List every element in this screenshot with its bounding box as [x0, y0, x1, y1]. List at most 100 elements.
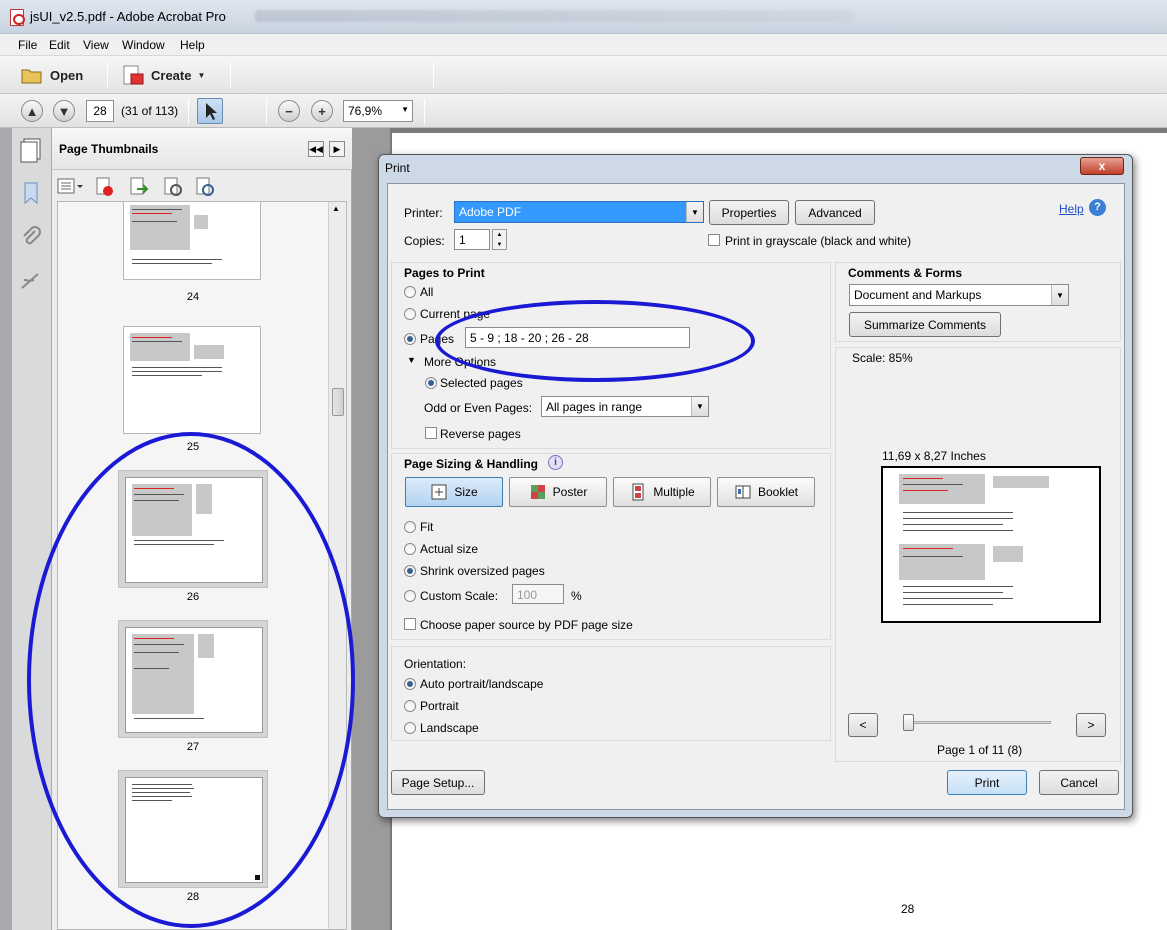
arrow-down-icon: ▼: [57, 103, 71, 119]
page-number-input[interactable]: 28: [86, 100, 114, 122]
cancel-button[interactable]: Cancel: [1039, 770, 1119, 795]
thumbnail-label: 24: [186, 291, 200, 303]
comments-forms-group: Comments & Forms Document and Markups ▼ …: [835, 262, 1121, 342]
poster-tab-label: Poster: [552, 485, 588, 499]
printer-label: Printer:: [404, 206, 443, 220]
actual-size-radio[interactable]: [404, 543, 416, 555]
copies-spinner[interactable]: ▲ ▼: [492, 229, 507, 250]
page-footer-number: 28: [901, 902, 915, 916]
zoom-out-button[interactable]: −: [278, 100, 300, 122]
scrollbar-thumb[interactable]: [332, 388, 344, 416]
copies-input[interactable]: 1: [454, 229, 490, 250]
multiple-tab-label: Multiple: [653, 485, 695, 499]
navigation-toolbar: ▲ ▼ 28 (31 of 113) − + 76,9% ▼: [0, 94, 1167, 218]
grayscale-checkbox[interactable]: [708, 234, 720, 246]
zoom-select[interactable]: 76,9% ▼: [343, 100, 413, 122]
auto-orientation-radio[interactable]: [404, 678, 416, 690]
reverse-pages-label: Reverse pages: [440, 427, 521, 441]
insert-page-icon[interactable]: [128, 176, 150, 198]
delete-page-icon[interactable]: [94, 176, 116, 198]
menu-view[interactable]: View: [83, 38, 109, 52]
bookmark-icon[interactable]: [18, 180, 44, 206]
size-tab-label: Size: [454, 485, 478, 499]
spin-down-icon: ▼: [496, 242, 503, 248]
create-button[interactable]: Create ▼: [121, 63, 205, 87]
preview-slider-track[interactable]: [906, 721, 1051, 724]
expand-panel-button[interactable]: ▶: [329, 141, 345, 157]
reverse-pages-checkbox[interactable]: [425, 427, 437, 439]
help-question-icon[interactable]: ?: [1089, 199, 1106, 216]
page-setup-button[interactable]: Page Setup...: [391, 770, 485, 795]
paper-source-checkbox[interactable]: [404, 618, 416, 630]
multiple-pages-icon: [632, 483, 644, 501]
size-icon: [431, 484, 447, 500]
fit-label: Fit: [420, 520, 434, 534]
booklet-tab[interactable]: Booklet: [717, 477, 815, 507]
properties-button[interactable]: Properties: [709, 200, 789, 225]
rotate-page-icon[interactable]: [162, 176, 184, 198]
poster-tab[interactable]: Poster: [509, 477, 607, 507]
custom-scale-radio[interactable]: [404, 590, 416, 602]
menu-help[interactable]: Help: [180, 38, 205, 52]
multiple-tab[interactable]: Multiple: [613, 477, 711, 507]
size-tab[interactable]: Size: [405, 477, 503, 507]
sizing-tabs: Size Poster Multiple Booklet: [405, 477, 817, 509]
current-page-radio[interactable]: [404, 308, 416, 320]
portrait-label: Portrait: [420, 699, 459, 713]
portrait-radio[interactable]: [404, 700, 416, 712]
comments-forms-title: Comments & Forms: [848, 266, 963, 280]
chevron-down-icon: ▼: [686, 202, 703, 222]
menu-file[interactable]: File: [18, 38, 37, 52]
navigation-icons: [12, 128, 52, 930]
scale-readout: Scale: 85%: [852, 351, 913, 365]
panel-header: Page Thumbnails ◀◀ ▶: [52, 128, 352, 170]
advanced-button[interactable]: Advanced: [795, 200, 875, 225]
all-pages-radio[interactable]: [404, 286, 416, 298]
page-properties-icon[interactable]: [194, 176, 216, 198]
collapse-triangle-icon[interactable]: ▼: [407, 355, 416, 365]
info-icon[interactable]: i: [548, 455, 563, 470]
shrink-oversized-radio[interactable]: [404, 565, 416, 577]
odd-even-select[interactable]: All pages in range ▼: [541, 396, 709, 417]
previous-preview-button[interactable]: <: [848, 713, 878, 737]
selected-pages-label: Selected pages: [440, 376, 523, 390]
next-page-button[interactable]: ▼: [53, 100, 75, 122]
actual-size-label: Actual size: [420, 542, 479, 556]
thumbnail-page[interactable]: [123, 202, 261, 280]
landscape-label: Landscape: [420, 721, 479, 735]
print-preview: [881, 466, 1101, 623]
open-button[interactable]: Open: [20, 63, 83, 87]
menu-edit[interactable]: Edit: [49, 38, 70, 52]
comments-forms-select[interactable]: Document and Markups ▼: [849, 284, 1069, 306]
page-thumbnails-icon[interactable]: [18, 136, 46, 164]
collapse-panel-button[interactable]: ◀◀: [308, 141, 324, 157]
preview-slider-thumb[interactable]: [903, 714, 914, 731]
odd-even-label: Odd or Even Pages:: [424, 401, 533, 415]
pdf-file-icon: [10, 9, 25, 26]
options-menu-icon[interactable]: [56, 176, 86, 196]
selected-pages-radio[interactable]: [425, 377, 437, 389]
scroll-up-icon: ▲: [332, 204, 340, 213]
page-range-radio[interactable]: [404, 333, 416, 345]
next-preview-button[interactable]: >: [1076, 713, 1106, 737]
preview-page-info: Page 1 of 11 (8): [937, 743, 1023, 757]
paperclip-icon[interactable]: [18, 224, 44, 250]
help-link[interactable]: Help: [1059, 202, 1084, 216]
select-tool-button[interactable]: [197, 98, 223, 124]
comments-forms-value: Document and Markups: [854, 288, 982, 302]
zoom-in-button[interactable]: +: [311, 100, 333, 122]
custom-scale-input[interactable]: 100: [512, 584, 564, 604]
printer-select[interactable]: Adobe PDF ▼: [454, 201, 704, 223]
thumbnail-page[interactable]: [123, 326, 261, 434]
previous-page-button[interactable]: ▲: [21, 100, 43, 122]
grayscale-label: Print in grayscale (black and white): [725, 234, 912, 248]
double-chevron-left-icon: ◀◀: [309, 144, 323, 154]
close-button[interactable]: x: [1080, 157, 1124, 175]
summarize-comments-button[interactable]: Summarize Comments: [849, 312, 1001, 337]
menu-window[interactable]: Window: [122, 38, 165, 52]
landscape-radio[interactable]: [404, 722, 416, 734]
fit-radio[interactable]: [404, 521, 416, 533]
signature-icon[interactable]: [18, 268, 44, 294]
print-button[interactable]: Print: [947, 770, 1027, 795]
minus-icon: −: [285, 103, 293, 119]
